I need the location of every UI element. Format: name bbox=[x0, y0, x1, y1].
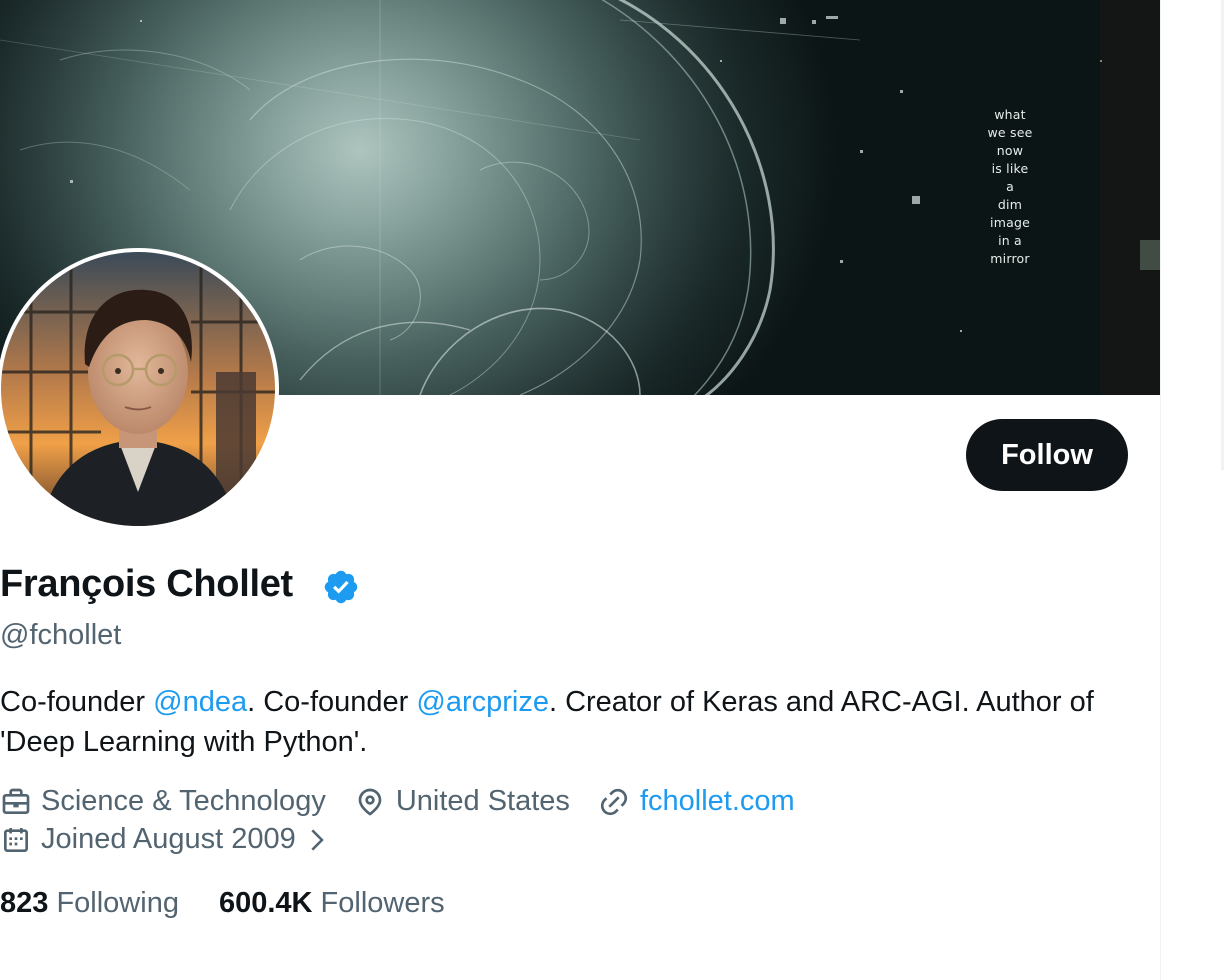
followers-stat[interactable]: 600.4K Followers bbox=[219, 887, 445, 920]
column-divider bbox=[1160, 0, 1161, 980]
banner-poem-line: we see bbox=[987, 125, 1033, 140]
briefcase-icon bbox=[2, 788, 30, 814]
chevron-right-icon[interactable] bbox=[302, 825, 332, 855]
link-icon bbox=[600, 788, 628, 815]
followers-count: 600.4K bbox=[218, 887, 313, 919]
profile-joined[interactable]: Joined August 2009 bbox=[0, 823, 332, 856]
profile-meta-row: Science & Technology United States fchol… bbox=[0, 785, 795, 818]
profile-column: what we see now is like a dim image in a mirror bbox=[0, 0, 1160, 980]
following-label: Following bbox=[56, 887, 179, 919]
joined-label: Joined August 2009 bbox=[41, 823, 296, 855]
banner-poem-line: now bbox=[996, 143, 1024, 158]
bio-mention-arcprize[interactable]: @arcprize bbox=[416, 686, 549, 718]
avatar[interactable] bbox=[0, 248, 279, 530]
banner-poem-line: image bbox=[990, 215, 1030, 230]
followers-label: Followers bbox=[320, 887, 445, 919]
profile-stats: 823 Following 600.4K Followers bbox=[0, 887, 445, 920]
following-stat[interactable]: 823 Following bbox=[0, 887, 179, 920]
verified-badge-icon[interactable] bbox=[322, 568, 360, 606]
banner-poem-line: in a bbox=[998, 233, 1022, 248]
display-name: François Chollet bbox=[0, 563, 293, 605]
bio-mention-ndea[interactable]: @ndea bbox=[153, 686, 247, 718]
profile-website[interactable]: fchollet.com bbox=[598, 785, 795, 818]
profile-joined-row: Joined August 2009 bbox=[0, 823, 332, 856]
bio-text: . Co-founder bbox=[247, 686, 417, 718]
profile-category: Science & Technology bbox=[0, 785, 326, 818]
banner-poem-line: a bbox=[1006, 179, 1014, 194]
bio-text: Co-founder bbox=[0, 686, 154, 718]
banner-poem-line: what bbox=[994, 107, 1026, 122]
banner-poem-line: dim bbox=[997, 197, 1023, 212]
banner-poem: what we see now is like a dim image in a mirror bbox=[970, 106, 1050, 268]
location-pin-icon bbox=[358, 788, 382, 816]
following-count: 823 bbox=[0, 887, 49, 919]
category-label: Science & Technology bbox=[41, 785, 326, 817]
banner-poem-line: is like bbox=[991, 161, 1029, 176]
profile-location: United States bbox=[354, 785, 570, 818]
banner-poem-line: mirror bbox=[990, 251, 1030, 266]
location-label: United States bbox=[395, 785, 570, 817]
calendar-icon bbox=[4, 827, 28, 852]
avatar-photo bbox=[1, 252, 275, 526]
profile-handle: @fchollet bbox=[0, 619, 122, 651]
profile-bio: Co-founder @ndea. Co-founder @arcprize. … bbox=[0, 682, 1150, 762]
website-link[interactable]: fchollet.com bbox=[640, 785, 795, 818]
follow-button[interactable]: Follow bbox=[966, 419, 1128, 491]
